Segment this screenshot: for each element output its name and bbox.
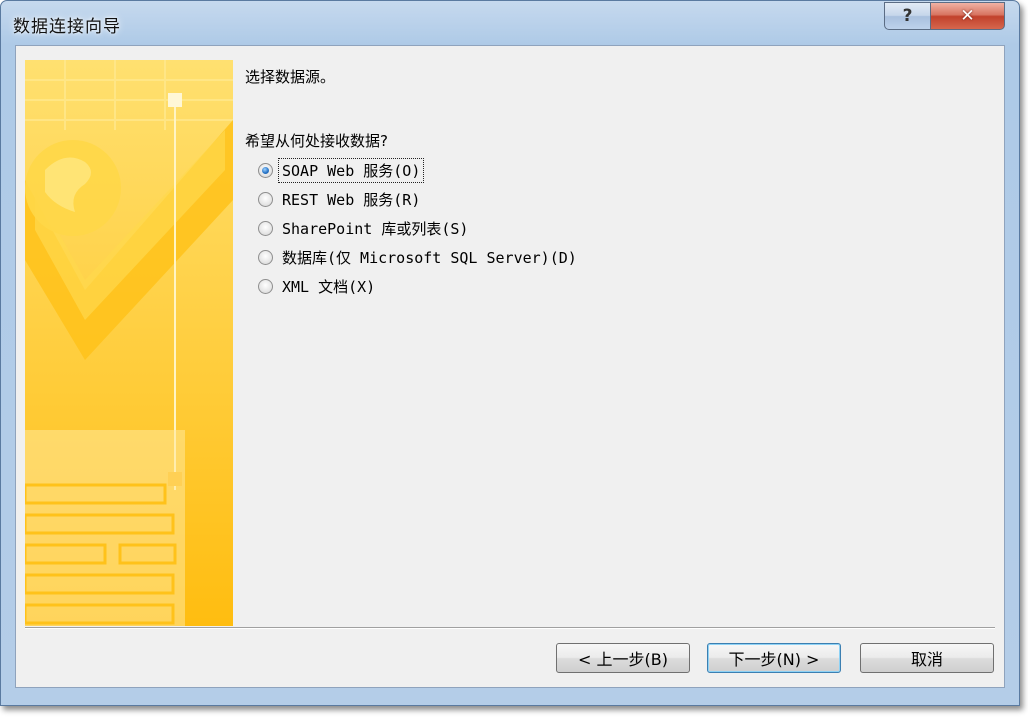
wizard-banner-image	[25, 60, 233, 626]
option-label: REST Web 服务(R)	[282, 191, 421, 209]
source-question: 希望从何处接收数据?	[245, 132, 388, 150]
data-source-radio-group: SOAP Web 服务(O) REST Web 服务(R) SharePoint…	[258, 156, 579, 301]
option-label: SOAP Web 服务(O)	[277, 158, 425, 183]
option-rest-web-service[interactable]: REST Web 服务(R)	[258, 185, 579, 214]
option-label: SharePoint 库或列表(S)	[282, 220, 469, 238]
radio-unchecked-icon[interactable]	[258, 192, 273, 207]
radio-unchecked-icon[interactable]	[258, 279, 273, 294]
radio-checked-icon[interactable]	[258, 163, 273, 178]
close-icon: ✕	[960, 6, 975, 26]
back-button[interactable]: < 上一步(B)	[556, 643, 690, 673]
close-button[interactable]: ✕	[930, 2, 1005, 30]
title-bar[interactable]: 数据连接向导 ? ✕	[1, 1, 1019, 45]
wizard-content: 选择数据源。 希望从何处接收数据? SOAP Web 服务(O) REST We…	[15, 45, 1005, 688]
next-button[interactable]: 下一步(N) >	[707, 643, 841, 673]
option-xml-document[interactable]: XML 文档(X)	[258, 272, 579, 301]
dialog-window: 数据连接向导 ? ✕ 选择数据源。 希望从何处接收数据? SOAP Web 服务…	[0, 0, 1020, 706]
button-divider	[25, 627, 995, 629]
cancel-button[interactable]: 取消	[860, 643, 994, 673]
window-title: 数据连接向导	[13, 17, 121, 37]
help-icon: ?	[902, 6, 913, 26]
radio-unchecked-icon[interactable]	[258, 250, 273, 265]
radio-unchecked-icon[interactable]	[258, 221, 273, 236]
option-label: 数据库(仅 Microsoft SQL Server)(D)	[282, 249, 577, 267]
option-database-sql-server[interactable]: 数据库(仅 Microsoft SQL Server)(D)	[258, 243, 579, 272]
option-label: XML 文档(X)	[282, 278, 376, 296]
page-heading: 选择数据源。	[245, 68, 336, 86]
banner-illustration	[25, 60, 233, 626]
option-soap-web-service[interactable]: SOAP Web 服务(O)	[258, 156, 579, 185]
help-button[interactable]: ?	[884, 2, 931, 30]
option-sharepoint-list[interactable]: SharePoint 库或列表(S)	[258, 214, 579, 243]
